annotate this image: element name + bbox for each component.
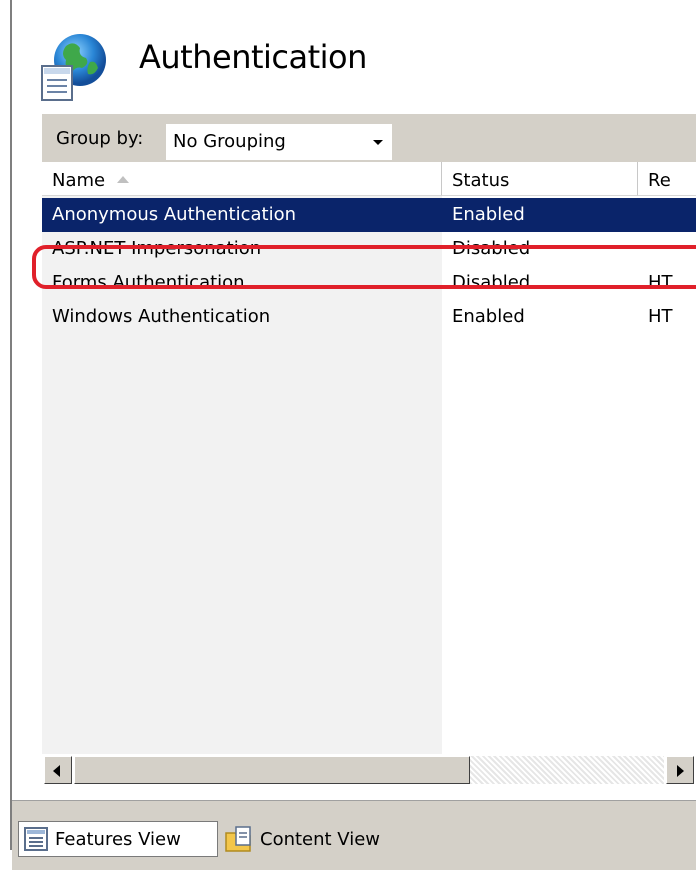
row-name: Anonymous Authentication [52,204,296,225]
authentication-pane: Authentication Group by: No Grouping Nam… [10,0,696,850]
table-row[interactable]: ASP.NET Impersonation Disabled [42,232,696,266]
row-status: Disabled [452,272,531,293]
scrollbar-thumb[interactable] [74,756,470,784]
globe-document-icon [41,34,106,101]
column-header-name-label: Name [52,170,106,191]
row-status: Disabled [452,238,531,259]
page-header: Authentication [12,0,696,112]
row-name: Forms Authentication [52,272,245,293]
features-view-label: Features View [55,828,181,850]
column-header-status-label: Status [452,170,510,191]
content-view-button[interactable]: Content View [222,821,422,857]
horizontal-scrollbar[interactable] [42,754,696,788]
group-by-value: No Grouping [173,131,286,152]
table-row[interactable]: Anonymous Authentication Enabled [42,198,696,232]
group-by-label: Group by: [56,128,144,149]
row-name: Windows Authentication [52,306,271,327]
row-re: HT [648,272,673,293]
page-title: Authentication [139,38,367,76]
view-switcher-bar: Features View Content View [12,800,696,870]
features-view-button[interactable]: Features View [18,821,218,857]
column-header-status[interactable]: Status [442,162,638,196]
arrow-left-icon [53,765,60,777]
sort-ascending-icon [117,176,130,183]
scroll-left-button[interactable] [44,756,72,784]
row-name: ASP.NET Impersonation [52,238,262,259]
chevron-down-icon [373,140,383,145]
table-row[interactable]: Forms Authentication Disabled HT [42,266,696,300]
features-panel: Group by: No Grouping Name Status Re Ano… [32,114,696,788]
row-status: Enabled [452,306,525,327]
features-view-icon [24,827,48,851]
row-status: Enabled [452,204,525,225]
content-view-label: Content View [260,828,381,850]
content-view-icon [225,826,251,852]
table-row[interactable]: Windows Authentication Enabled HT [42,300,696,334]
scroll-right-button[interactable] [666,756,694,784]
column-header-name[interactable]: Name [42,162,442,196]
arrow-right-icon [677,765,684,777]
authentication-list: Name Status Re Anonymous Authentication … [32,162,696,788]
column-header-re[interactable]: Re [638,162,696,196]
row-re: HT [648,306,673,327]
column-header-re-label: Re [648,170,671,191]
group-by-dropdown[interactable]: No Grouping [166,124,392,160]
